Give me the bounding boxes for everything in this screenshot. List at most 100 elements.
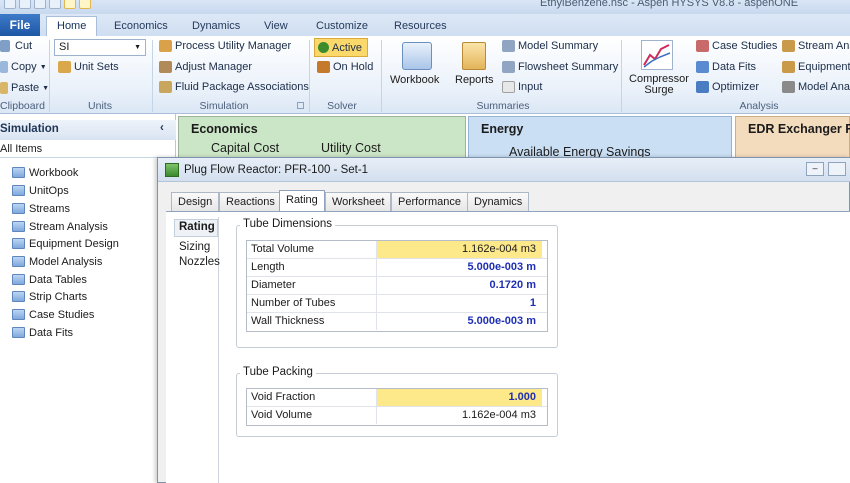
folder-icon (12, 309, 25, 320)
table-row: Length 5.000e-003 m (247, 259, 547, 277)
divider (621, 40, 622, 112)
total-volume-value[interactable]: 1.162e-004 m3 (377, 241, 542, 258)
new-icon[interactable] (64, 0, 76, 9)
file-tab[interactable]: File (0, 14, 40, 36)
nav-item-data-tables[interactable]: Data Tables (12, 271, 87, 288)
paste-icon (0, 82, 8, 94)
solver-active-button[interactable]: Active (314, 38, 368, 57)
minimize-button[interactable]: ‒ (806, 162, 824, 176)
folder-icon (12, 221, 25, 232)
nav-item-case-studies[interactable]: Case Studies (12, 306, 94, 323)
adjust-manager-button[interactable]: Adjust Manager (159, 61, 252, 73)
paste-button[interactable]: Paste ▼ (0, 82, 49, 94)
nav-item-workbook[interactable]: Workbook (12, 164, 78, 181)
unit-sets-button[interactable]: Unit Sets (58, 61, 119, 73)
data-fits-icon (696, 61, 709, 73)
compressor-surge-button[interactable]: Compressor Surge (629, 74, 689, 96)
collapse-chevron-icon[interactable]: ‹ (160, 122, 164, 134)
unit-set-select[interactable]: SI ▼ (54, 39, 146, 56)
table-row: Diameter 0.1720 m (247, 277, 547, 295)
equipment-button[interactable]: Equipment (782, 61, 850, 73)
folder-icon (12, 291, 25, 302)
data-fits-button[interactable]: Data Fits (696, 61, 756, 73)
wall-thickness-value[interactable]: 5.000e-003 m (377, 313, 542, 330)
quick-access-toolbar (4, 0, 91, 14)
tab-dynamics[interactable]: Dynamics (467, 192, 530, 212)
model-summary-icon (502, 40, 515, 52)
length-label: Length (247, 259, 377, 276)
optimizer-button[interactable]: Optimizer (696, 81, 759, 93)
diameter-value[interactable]: 0.1720 m (377, 277, 542, 294)
tab-worksheet[interactable]: Worksheet (325, 192, 392, 212)
dialog-launcher-icon[interactable] (297, 102, 304, 109)
maximize-button[interactable] (828, 162, 846, 176)
pfr-icon (165, 163, 179, 177)
nav-item-strip-charts[interactable]: Strip Charts (12, 288, 87, 305)
nav-item-equipment-design[interactable]: Equipment Design (12, 235, 119, 252)
void-fraction-label: Void Fraction (247, 389, 377, 406)
nav-item-stream-analysis[interactable]: Stream Analysis (12, 218, 108, 235)
nav-item-data-fits[interactable]: Data Fits (12, 324, 73, 341)
scissors-icon (0, 40, 10, 52)
nav-item-model-analysis[interactable]: Model Analysis (12, 253, 102, 270)
tab-view[interactable]: View (254, 17, 298, 36)
nav-item-streams[interactable]: Streams (12, 200, 70, 217)
folder-icon (12, 203, 25, 214)
case-studies-button[interactable]: Case Studies (696, 40, 777, 52)
tab-economics[interactable]: Economics (104, 17, 178, 36)
fluid-package-icon (159, 81, 172, 93)
void-fraction-value[interactable]: 1.000 (377, 389, 542, 406)
surge-curve-icon (643, 44, 671, 68)
process-utility-manager-button[interactable]: Process Utility Manager (159, 40, 291, 52)
tab-performance[interactable]: Performance (391, 192, 468, 212)
fluid-package-associations-button[interactable]: Fluid Package Associations (159, 81, 309, 93)
folder-icon (12, 167, 25, 178)
folder-icon (12, 327, 25, 338)
tube-packing-legend: Tube Packing (240, 366, 316, 378)
tab-reactions[interactable]: Reactions (219, 192, 282, 212)
tab-design[interactable]: Design (171, 192, 220, 212)
undo-icon[interactable] (19, 0, 31, 9)
compressor-surge-icon (641, 40, 673, 70)
table-row: Void Fraction 1.000 (247, 389, 547, 407)
subnav-sizing[interactable]: Sizing (179, 241, 210, 253)
cut-button[interactable]: Cut (0, 40, 32, 52)
folder-icon (12, 274, 25, 285)
open-icon[interactable] (79, 0, 91, 9)
tab-home[interactable]: Home (46, 16, 98, 37)
workbook-icon (402, 42, 432, 70)
tab-resources[interactable]: Resources (384, 17, 457, 36)
length-value[interactable]: 5.000e-003 m (377, 259, 542, 276)
number-of-tubes-value[interactable]: 1 (377, 295, 542, 312)
folder-icon (12, 256, 25, 267)
solver-on-hold-button[interactable]: On Hold (317, 61, 373, 73)
copy-button[interactable]: Copy ▼ (0, 61, 47, 73)
ruler-icon (58, 61, 71, 73)
stream-analysis-button[interactable]: Stream Ana (782, 40, 850, 52)
tube-packing-grid: Void Fraction 1.000 Void Volume 1.162e-0… (246, 388, 548, 426)
model-analysis-icon (782, 81, 795, 93)
hold-icon (317, 61, 330, 73)
input-button[interactable]: Input (502, 81, 542, 93)
tab-rating[interactable]: Rating (279, 190, 325, 212)
wall-thickness-label: Wall Thickness (247, 313, 377, 330)
flowsheet-summary-button[interactable]: Flowsheet Summary (502, 61, 618, 73)
group-label-units: Units (88, 100, 112, 112)
model-summary-button[interactable]: Model Summary (502, 40, 598, 52)
workbook-button[interactable]: Workbook (390, 74, 439, 86)
search-icon[interactable] (34, 0, 46, 9)
nav-item-unitops[interactable]: UnitOps (12, 182, 69, 199)
number-of-tubes-label: Number of Tubes (247, 295, 377, 312)
navigator-filter[interactable]: All Items (0, 141, 160, 158)
zoom-icon[interactable] (49, 0, 61, 9)
subnav-nozzles[interactable]: Nozzles (179, 256, 220, 268)
save-icon[interactable] (4, 0, 16, 9)
reports-button[interactable]: Reports (455, 74, 494, 86)
tab-customize[interactable]: Customize (306, 17, 378, 36)
subnav-rating[interactable]: Rating (179, 221, 215, 233)
model-analysis-button[interactable]: Model Anal (782, 81, 850, 93)
group-label-analysis: Analysis (739, 100, 779, 112)
tab-dynamics[interactable]: Dynamics (182, 17, 250, 36)
void-volume-value[interactable]: 1.162e-004 m3 (377, 407, 542, 424)
case-studies-icon (696, 40, 709, 52)
